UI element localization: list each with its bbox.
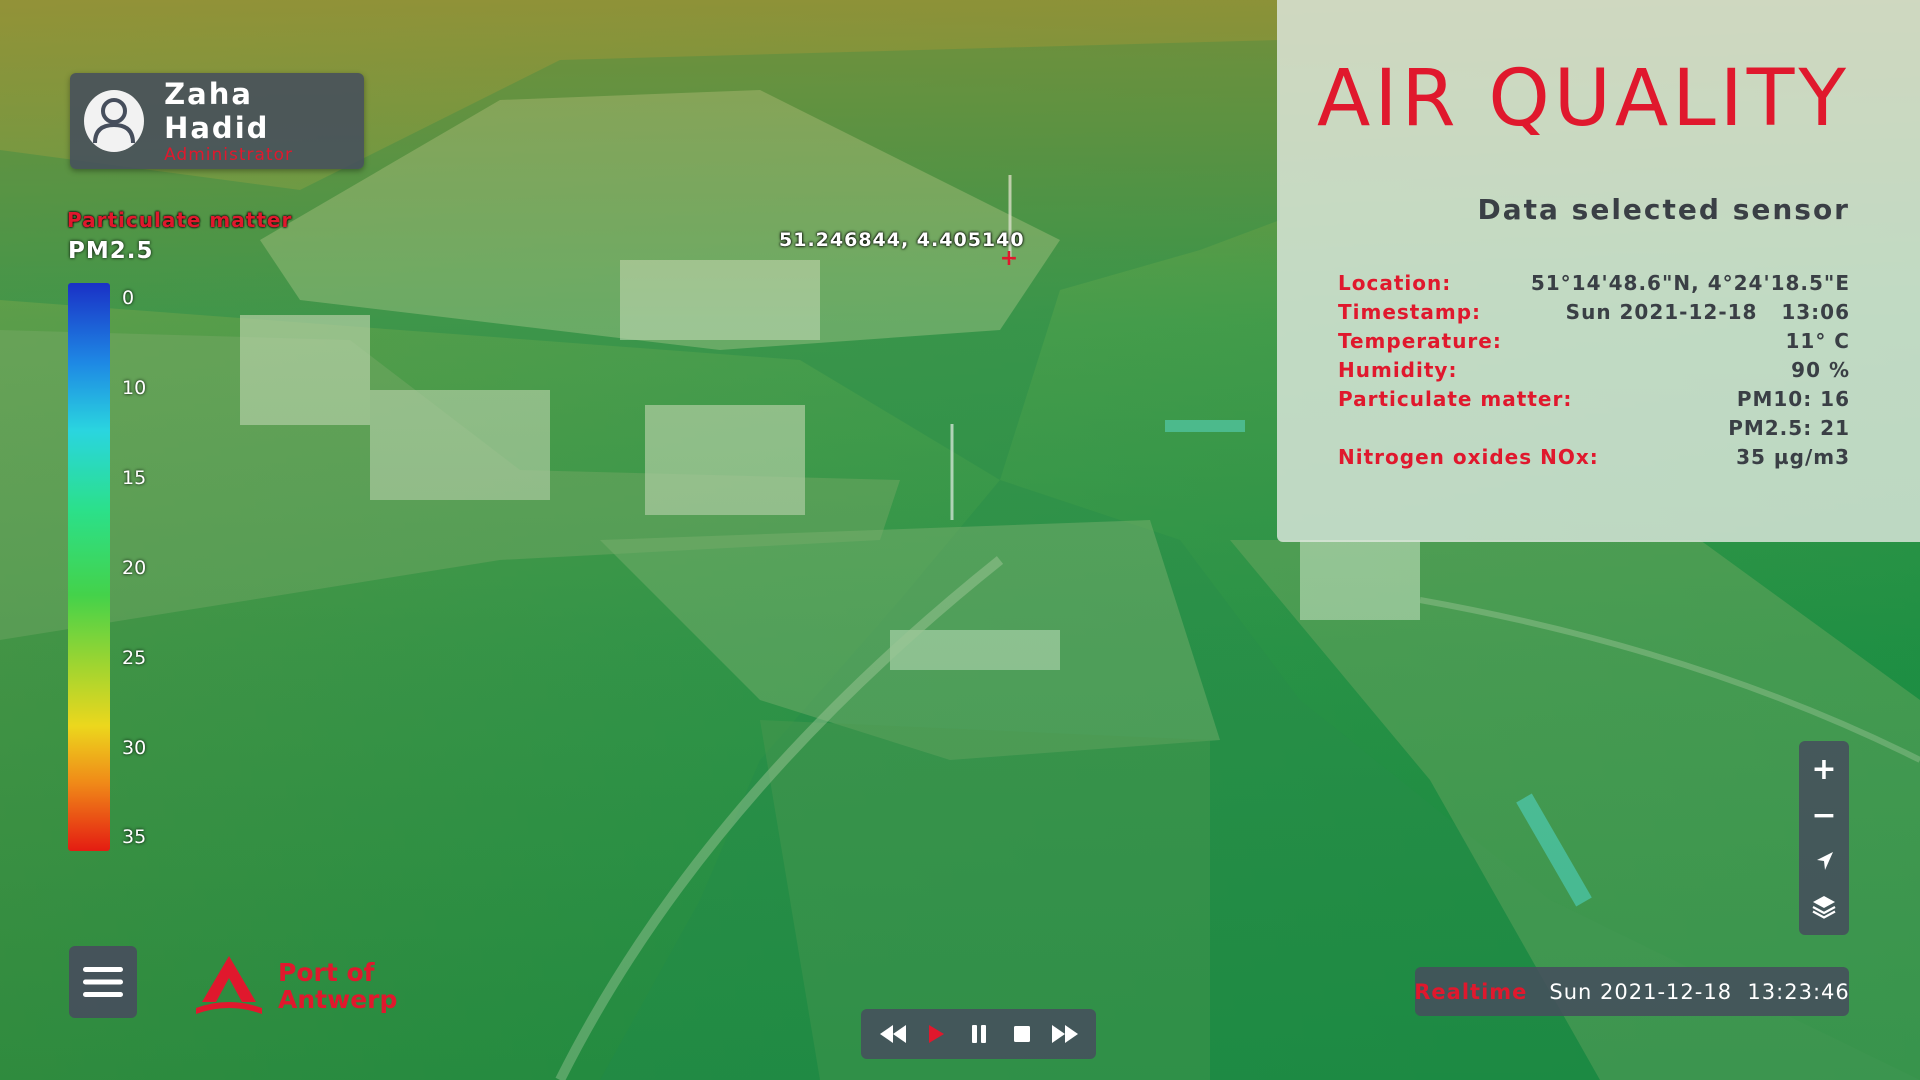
legend-title: Particulate matter bbox=[67, 208, 293, 232]
user-role: Administrator bbox=[164, 145, 293, 165]
zoom-in-icon[interactable]: + bbox=[1804, 750, 1844, 790]
map-controls: + − bbox=[1799, 741, 1849, 935]
row-label: Location: bbox=[1338, 270, 1452, 295]
row-label: Timestamp: bbox=[1338, 299, 1482, 324]
air-quality-panel: AIR QUALITY Data selected sensor Locatio… bbox=[1277, 0, 1920, 542]
row-value: 35 µg/m3 bbox=[1736, 444, 1850, 469]
menu-button[interactable] bbox=[69, 946, 137, 1018]
user-name: Zaha Hadid bbox=[164, 77, 270, 145]
row-value: 90 % bbox=[1791, 357, 1850, 382]
hamburger-icon bbox=[83, 967, 123, 997]
play-icon[interactable] bbox=[918, 1016, 954, 1052]
fast-forward-icon[interactable] bbox=[1047, 1016, 1083, 1052]
realtime-datetime: Sun 2021-12-18 13:23:46 bbox=[1549, 979, 1850, 1004]
row-label: Humidity: bbox=[1338, 357, 1458, 382]
crosshair-plus-icon[interactable]: + bbox=[998, 248, 1020, 270]
rewind-icon[interactable] bbox=[875, 1016, 911, 1052]
row-value: Sun 2021-12-18 13:06 bbox=[1565, 299, 1850, 324]
realtime-label: Realtime bbox=[1414, 979, 1528, 1004]
realtime-clock[interactable]: Realtime Sun 2021-12-18 13:23:46 bbox=[1414, 967, 1850, 1016]
legend-tick: 20 bbox=[122, 557, 147, 579]
panel-title: AIR QUALITY bbox=[1317, 54, 1850, 144]
legend-tick: 15 bbox=[122, 467, 147, 489]
row-value: PM2.5: 21 bbox=[1728, 415, 1850, 440]
data-row-nox: Nitrogen oxides NOx: 35 µg/m3 bbox=[1338, 442, 1850, 471]
data-row-pm10: Particulate matter: PM10: 16 bbox=[1338, 384, 1850, 413]
playback-controls bbox=[861, 1009, 1096, 1059]
legend-tick: 10 bbox=[122, 377, 147, 399]
sensor-data-list: Location: 51°14'48.6"N, 4°24'18.5"E Time… bbox=[1338, 268, 1850, 471]
pause-icon[interactable] bbox=[961, 1016, 997, 1052]
row-value: PM10: 16 bbox=[1736, 386, 1850, 411]
legend-tick: 25 bbox=[122, 647, 147, 669]
row-value: 51°14'48.6"N, 4°24'18.5"E bbox=[1530, 270, 1850, 295]
logo-line2: Antwerp bbox=[278, 985, 398, 1014]
marker-coordinates: 51.246844, 4.405140 bbox=[779, 229, 1025, 251]
stop-icon[interactable] bbox=[1004, 1016, 1040, 1052]
data-row-temperature: Temperature: 11° C bbox=[1338, 326, 1850, 355]
legend-tick: 0 bbox=[122, 287, 135, 309]
data-row-timestamp: Timestamp: Sun 2021-12-18 13:06 bbox=[1338, 297, 1850, 326]
legend-pollutant: PM2.5 bbox=[68, 238, 154, 264]
row-label: Nitrogen oxides NOx: bbox=[1338, 444, 1599, 469]
data-row-location: Location: 51°14'48.6"N, 4°24'18.5"E bbox=[1338, 268, 1850, 297]
user-profile-card[interactable]: Zaha Hadid Administrator bbox=[70, 73, 364, 169]
row-label: Particulate matter: bbox=[1338, 386, 1573, 411]
legend-color-scale bbox=[68, 283, 110, 851]
legend-tick: 35 bbox=[122, 826, 147, 848]
row-label: Temperature: bbox=[1338, 328, 1502, 353]
row-value: 11° C bbox=[1785, 328, 1850, 353]
layers-icon[interactable] bbox=[1804, 886, 1844, 926]
port-logo-icon bbox=[196, 956, 262, 1014]
panel-subtitle: Data selected sensor bbox=[1477, 193, 1850, 226]
logo-line1: Port of bbox=[278, 958, 375, 987]
port-of-antwerp-logo: Port of Antwerp bbox=[192, 952, 397, 1020]
user-avatar-icon bbox=[84, 90, 145, 152]
data-row-pm25: PM2.5: 21 bbox=[1338, 413, 1850, 442]
navigate-arrow-icon[interactable] bbox=[1804, 841, 1844, 881]
zoom-out-icon[interactable]: − bbox=[1804, 795, 1844, 835]
data-row-humidity: Humidity: 90 % bbox=[1338, 355, 1850, 384]
legend-tick: 30 bbox=[122, 737, 147, 759]
